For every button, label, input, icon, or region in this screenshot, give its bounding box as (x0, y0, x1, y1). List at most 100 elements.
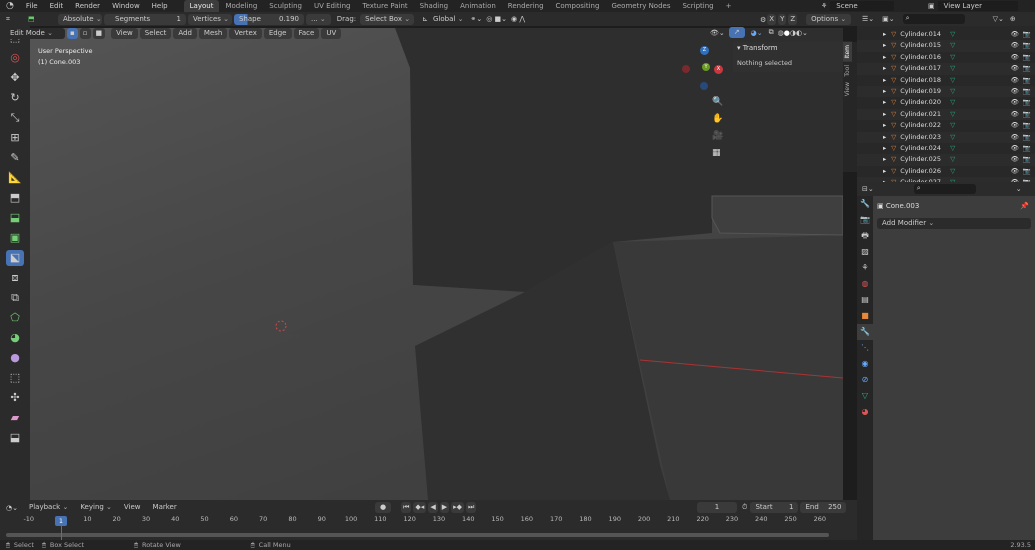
play-reverse-icon[interactable]: ◀ (428, 502, 438, 513)
mirror-z[interactable]: Z (788, 14, 798, 25)
edge-slide-tool-icon[interactable]: ⬚ (6, 370, 24, 386)
face-select-mode[interactable]: ■ (92, 27, 106, 39)
cursor-tool-icon[interactable]: ◎ (6, 50, 24, 66)
outliner-item[interactable]: ▸ ▽ Cylinder.026 ▽ 👁 📷 (857, 166, 1035, 177)
visibility-eye-icon[interactable]: 👁 (1011, 132, 1019, 143)
edge-select-mode[interactable]: ▫ (79, 27, 91, 39)
render-camera-icon[interactable]: 📷 (1023, 143, 1031, 154)
gizmo-x[interactable]: X (714, 65, 723, 74)
tab-shading[interactable]: Shading (414, 0, 454, 12)
render-camera-icon[interactable]: 📷 (1023, 120, 1031, 131)
jump-end-icon[interactable]: ⏭ (466, 502, 477, 513)
particles-tab-icon[interactable]: ⋱ (857, 340, 873, 356)
menu-vertex[interactable]: Vertex (229, 27, 262, 39)
filter-view-icon[interactable]: ▣⌄ (882, 15, 894, 23)
visibility-eye-icon[interactable]: 👁 (1011, 97, 1019, 108)
properties-search-input[interactable]: ⌕ (913, 184, 976, 194)
menu-edit[interactable]: Edit (44, 0, 70, 12)
playback-menu[interactable]: Playback (24, 502, 73, 513)
modifier-tab-icon[interactable]: 🔧 (857, 324, 873, 340)
outliner-item[interactable]: ▸ ▽ Cylinder.020 ▽ 👁 📷 (857, 97, 1035, 108)
playhead[interactable]: 1 (55, 516, 67, 526)
gizmo-y[interactable]: Y (702, 63, 710, 71)
outliner-item[interactable]: ▸ ▽ Cylinder.021 ▽ 👁 📷 (857, 108, 1035, 121)
proportional-edit-icon[interactable]: ◉ ⋀ (511, 15, 525, 23)
visibility-eye-icon[interactable]: 👁 (1011, 109, 1019, 120)
tab-view[interactable]: View (843, 79, 852, 99)
end-frame-field[interactable]: End 250 (800, 502, 847, 513)
menu-select[interactable]: Select (139, 27, 172, 39)
expand-arrow-icon[interactable]: ▸ (883, 86, 886, 97)
jump-start-icon[interactable]: ⏮ (401, 502, 412, 513)
timeline-scrollbar[interactable] (6, 533, 829, 537)
segments-field[interactable]: Segments 1 (104, 13, 186, 25)
extrude-tool-icon[interactable]: ⬓ (6, 210, 24, 226)
visibility-eye-icon[interactable]: 👁 (1011, 166, 1019, 177)
rendered-shading-icon[interactable]: ◐⌄ (796, 29, 808, 37)
output-tab-icon[interactable]: 🖶 (857, 228, 873, 244)
more-dropdown[interactable]: ... (306, 13, 331, 25)
menu-help[interactable]: Help (146, 0, 174, 12)
inset-tool-icon[interactable]: ▣ (6, 230, 24, 246)
menu-edge[interactable]: Edge (263, 27, 292, 39)
material-tab-icon[interactable]: ◕ (857, 404, 873, 420)
object-tab-icon[interactable]: ■ (857, 308, 873, 324)
tab-rendering[interactable]: Rendering (502, 0, 550, 12)
expand-arrow-icon[interactable]: ▸ (883, 154, 886, 165)
tab-scripting[interactable]: Scripting (676, 0, 719, 12)
add-modifier-dropdown[interactable]: Add Modifier (877, 218, 1031, 229)
menu-file[interactable]: File (20, 0, 44, 12)
xray-icon[interactable]: ⧉ (769, 28, 774, 37)
expand-arrow-icon[interactable]: ▸ (883, 143, 886, 154)
outliner-item[interactable]: ▸ ▽ Cylinder.015 ▽ 👁 📷 (857, 40, 1035, 52)
outliner-item[interactable]: ▸ ▽ Cylinder.025 ▽ 👁 📷 (857, 154, 1035, 166)
render-tab-icon[interactable]: 📷 (857, 212, 873, 228)
visibility-eye-icon[interactable]: 👁 (1011, 40, 1019, 51)
render-camera-icon[interactable]: 📷 (1023, 75, 1031, 86)
menu-view[interactable]: View (111, 27, 138, 39)
gizmo-neg-x[interactable] (682, 65, 690, 73)
loop-cut-tool-icon[interactable]: ⧈ (6, 270, 24, 286)
tab-texture-paint[interactable]: Texture Paint (357, 0, 414, 12)
visibility-eye-icon[interactable]: 👁 (1011, 75, 1019, 86)
visibility-eye-icon[interactable]: 👁 (1011, 120, 1019, 131)
view-layer-icon[interactable]: ▣ (925, 0, 938, 12)
add-cube-tool-icon[interactable]: ⬒ (6, 190, 24, 206)
snap-icon[interactable]: ◎ ■⌄ (486, 15, 507, 23)
view-layer-field[interactable]: View Layer (937, 1, 1018, 11)
current-frame-field[interactable]: 1 (697, 502, 737, 513)
mirror-icon[interactable]: ⚙ (760, 16, 766, 24)
render-camera-icon[interactable]: 📷 (1023, 63, 1031, 74)
tab-tool[interactable]: Tool (843, 62, 852, 80)
gizmo-z[interactable]: Z (700, 46, 709, 55)
filter-icon[interactable]: ▽⌄ (993, 15, 1004, 23)
new-collection-icon[interactable]: ⊕ (1010, 15, 1016, 23)
render-camera-icon[interactable]: 📷 (1023, 40, 1031, 51)
transform-tool-icon[interactable]: ⊞ (6, 130, 24, 146)
editor-type-icon[interactable]: ⊟⌄ (862, 185, 874, 193)
tab-modeling[interactable]: Modeling (219, 0, 263, 12)
expand-arrow-icon[interactable]: ▸ (883, 120, 886, 131)
tab-compositing[interactable]: Compositing (550, 0, 606, 12)
tab-uv-editing[interactable]: UV Editing (308, 0, 357, 12)
gizmo-neg-z[interactable] (700, 82, 708, 90)
tool-tab-icon[interactable]: 🔧 (857, 196, 873, 212)
render-camera-icon[interactable]: 📷 (1023, 166, 1031, 177)
render-camera-icon[interactable]: 📷 (1023, 29, 1031, 40)
outliner-search-input[interactable]: ⌕ (902, 14, 965, 24)
mode-dropdown[interactable]: Absolute (58, 13, 102, 25)
tab-animation[interactable]: Animation (454, 0, 502, 12)
timeline-editor-icon[interactable]: ◔⌄ (6, 504, 18, 512)
mirror-y[interactable]: Y (778, 14, 787, 25)
prev-keyframe-icon[interactable]: ◆◂ (413, 502, 427, 513)
render-camera-icon[interactable]: 📷 (1023, 86, 1031, 97)
visibility-eye-icon[interactable]: 👁 (1011, 52, 1019, 63)
navigation-gizmo[interactable]: Z Y X (680, 44, 730, 94)
stopwatch-icon[interactable]: ⏱ (742, 503, 747, 512)
collection-tab-icon[interactable]: ▤ (857, 292, 873, 308)
affect-dropdown[interactable]: Vertices (188, 13, 232, 25)
expand-arrow-icon[interactable]: ▸ (883, 29, 886, 40)
pan-hand-icon[interactable]: ✋ (712, 111, 723, 128)
blender-logo-icon[interactable]: ◔ (0, 0, 20, 12)
outliner-item[interactable]: ▸ ▽ Cylinder.023 ▽ 👁 📷 (857, 131, 1035, 143)
